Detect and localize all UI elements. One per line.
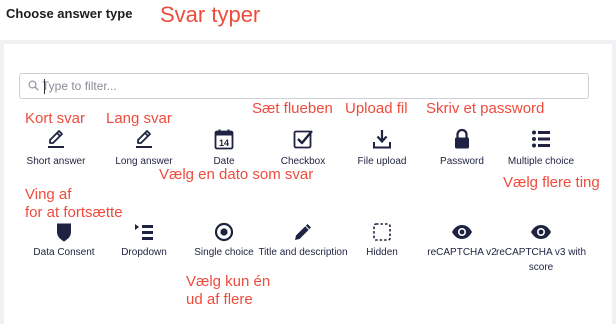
annotation-single-choice-line1: Vælg kun én: [186, 273, 271, 290]
lock-icon: [455, 128, 469, 149]
annotation-multiple-choice: Vælg flere ting: [503, 174, 600, 191]
pencil-icon: [295, 224, 311, 240]
annotation-answer-types: Svar typer: [160, 2, 261, 27]
calendar-day-number: 14: [219, 138, 229, 148]
pencil-underline-icon: [48, 130, 64, 148]
answer-type-label: Hidden: [366, 247, 398, 258]
dialog-title: Choose answer type: [6, 6, 133, 21]
annotation-data-consent-line1: Ving af: [25, 186, 72, 203]
answer-type-hidden[interactable]: Hidden: [342, 220, 422, 290]
answer-type-long-answer[interactable]: Long answer: [104, 127, 184, 197]
eye-icon: [531, 225, 551, 239]
upload-icon: [373, 130, 391, 149]
shield-icon: [57, 223, 71, 242]
answer-type-date[interactable]: 14 Date: [184, 127, 264, 197]
answer-type-label: Multiple choice: [507, 156, 575, 167]
answer-type-label: File upload: [357, 156, 407, 167]
dialog-header: Choose answer type: [0, 0, 616, 40]
filter-input[interactable]: [42, 76, 572, 96]
answer-type-label: Short answer: [26, 156, 86, 167]
answer-type-data-consent[interactable]: Data Consent: [24, 220, 104, 290]
search-icon: [28, 80, 39, 91]
checkbox-icon: [293, 130, 313, 149]
filter-field[interactable]: [19, 73, 589, 99]
answer-type-password[interactable]: Password: [422, 127, 502, 197]
pencil-underline-icon: [136, 130, 152, 148]
answer-type-recaptcha-v3[interactable]: reCAPTCHA v3 with score: [496, 220, 586, 290]
text-cursor: [44, 79, 45, 94]
answer-type-recaptcha-v2[interactable]: reCAPTCHA v2: [422, 220, 502, 290]
annotation-long-answer: Lang svar: [106, 110, 172, 127]
list-icon: [532, 130, 550, 148]
answer-type-checkbox[interactable]: Checkbox: [263, 127, 343, 197]
annotation-checkbox: Sæt flueben: [252, 100, 333, 117]
annotation-short-answer: Kort svar: [25, 110, 86, 127]
calendar-icon: 14: [214, 129, 234, 150]
answer-type-label: Dropdown: [121, 247, 167, 258]
annotation-date: Vælg en dato som svar: [159, 166, 314, 183]
annotation-file-upload: Upload fil: [345, 100, 408, 117]
answer-type-file-upload[interactable]: File upload: [342, 127, 422, 197]
dashed-square-icon: [373, 223, 391, 241]
dropdown-list-icon: [135, 224, 153, 240]
answer-type-label: reCAPTCHA v3 with score: [495, 247, 587, 273]
answer-type-dropdown[interactable]: Dropdown: [104, 220, 184, 290]
eye-icon: [452, 225, 472, 239]
answer-type-label: Data Consent: [33, 247, 95, 258]
radio-icon: [214, 222, 234, 242]
annotation-single-choice-line2: ud af flere: [186, 291, 253, 308]
annotation-data-consent-line2: for at fortsætte: [25, 204, 123, 221]
answer-type-title-and-description[interactable]: Title and description: [258, 220, 348, 290]
annotation-password: Skriv et password: [426, 100, 545, 117]
